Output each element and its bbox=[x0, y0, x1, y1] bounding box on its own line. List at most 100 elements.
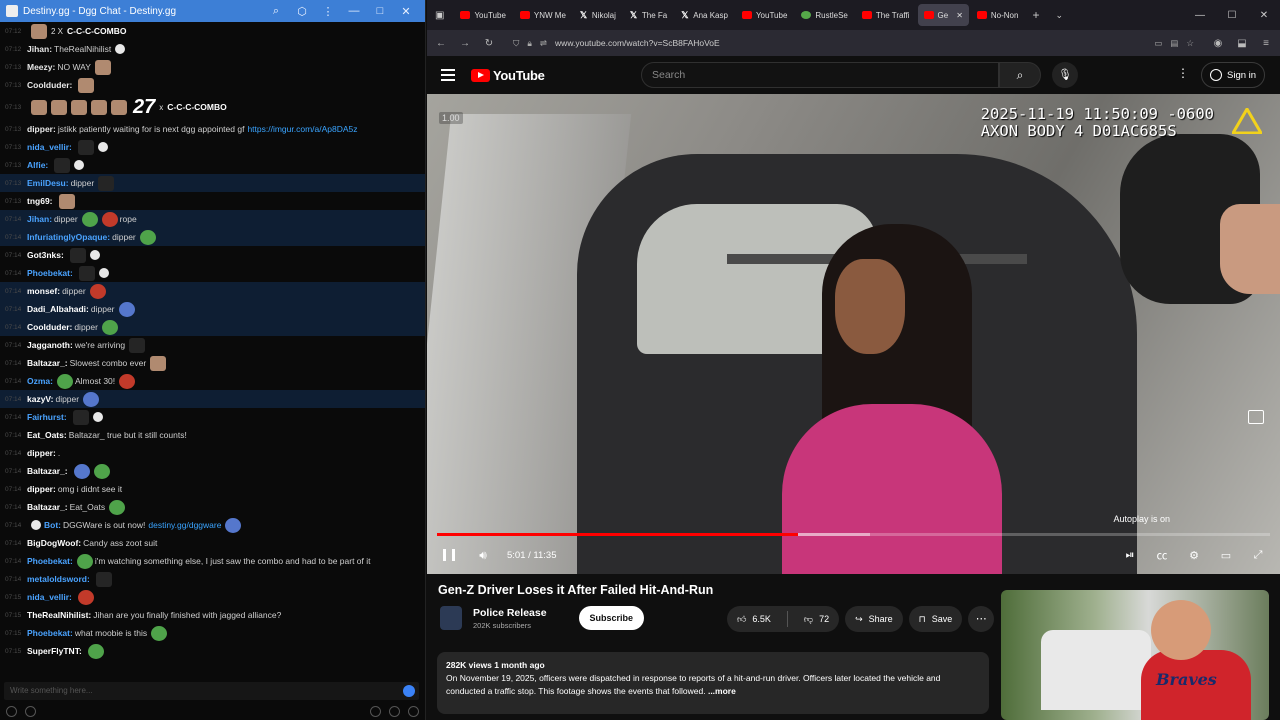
progress-bar[interactable] bbox=[437, 533, 1270, 536]
chat-username[interactable]: nida_vellir: bbox=[27, 142, 72, 152]
chat-message-list[interactable]: 07:12 2 X C-C-C-COMBO 07:12 Jihan: TheRealNih… bbox=[0, 22, 425, 684]
chat-username[interactable]: Alfie: bbox=[27, 160, 48, 170]
browser-tab[interactable]: YNW Me bbox=[514, 4, 572, 26]
minimize-button[interactable]: — bbox=[341, 5, 367, 17]
like-button[interactable]: 👍︎ 6.5K bbox=[727, 606, 781, 632]
chat-username[interactable]: Bot: bbox=[44, 520, 61, 530]
chevron-down-icon[interactable]: ⌄ bbox=[1055, 10, 1063, 21]
users-icon[interactable] bbox=[408, 705, 419, 717]
volume-button[interactable]: 🔊︎ bbox=[473, 545, 493, 565]
fullscreen-icon[interactable]: ⤢ bbox=[1248, 545, 1268, 565]
description-box[interactable]: 282K views 1 month ago On November 19, 2… bbox=[437, 652, 989, 714]
extension-icon[interactable]: ⬡ bbox=[289, 5, 315, 18]
reload-icon[interactable]: ↻ bbox=[483, 38, 495, 49]
channel-avatar[interactable] bbox=[440, 606, 462, 630]
chat-username[interactable]: Eat_Oats: bbox=[27, 430, 67, 440]
close-tab-icon[interactable]: ✕ bbox=[956, 11, 963, 20]
tab-list-icon[interactable]: ▣ bbox=[435, 10, 444, 21]
hamburger-menu-icon[interactable] bbox=[441, 69, 455, 81]
settings-gear-icon[interactable] bbox=[389, 705, 400, 717]
chat-input[interactable]: Write something here... bbox=[4, 682, 419, 700]
minimize-icon[interactable]: — bbox=[1184, 10, 1216, 21]
chat-username[interactable]: metaloldsword: bbox=[27, 574, 90, 584]
browser-tab[interactable]: No-Non bbox=[971, 4, 1025, 26]
chat-username[interactable]: Jagganoth: bbox=[27, 340, 73, 350]
chat-username[interactable]: Fairhurst: bbox=[27, 412, 67, 422]
chat-username[interactable]: SuperFlyTNT: bbox=[27, 646, 82, 656]
lock-icon[interactable]: 🔒︎ bbox=[527, 38, 532, 49]
video-player[interactable]: 2025-11-19 11:50:09 -0600 AXON BODY 4 D0… bbox=[427, 94, 1280, 574]
dislike-button[interactable]: 👎︎ 72 bbox=[794, 606, 839, 632]
chat-username[interactable]: Dadi_Albahadi: bbox=[27, 304, 89, 314]
menu-icon[interactable]: ⋮ bbox=[315, 5, 341, 18]
chat-username[interactable]: dipper: bbox=[27, 448, 56, 458]
subscribe-button[interactable]: Subscribe bbox=[578, 606, 645, 630]
save-button[interactable]: ⊓ Save bbox=[908, 606, 963, 632]
browser-tab[interactable]: 𝕏 Ana Kasp bbox=[675, 4, 734, 26]
chat-username[interactable]: Ozma: bbox=[27, 376, 53, 386]
chat-username[interactable]: nida_vellir: bbox=[27, 592, 72, 602]
sign-in-button[interactable]: Sign in bbox=[1201, 62, 1266, 88]
chat-username[interactable]: Jihan: bbox=[27, 44, 52, 54]
bookmark-star-icon[interactable]: ☆ bbox=[1186, 38, 1194, 49]
reader-view-icon[interactable]: ▤ bbox=[1170, 38, 1178, 49]
browser-tab[interactable]: Ge ✕ bbox=[917, 4, 969, 26]
maximize-icon[interactable]: ☐ bbox=[1216, 10, 1248, 21]
forward-arrow-icon[interactable]: → bbox=[459, 38, 471, 49]
recommended-video-thumbnail[interactable]: Braves bbox=[1001, 590, 1269, 720]
search-button[interactable]: ⌕ bbox=[999, 62, 1041, 88]
emote-menu-icon[interactable] bbox=[6, 705, 17, 717]
captions-icon[interactable]: ㏄ bbox=[1152, 545, 1172, 565]
channel-name[interactable]: Police Release bbox=[473, 607, 547, 619]
url-bar[interactable]: ⛉ 🔒︎ ⇌ www.youtube.com/watch?v=ScB8FAHoV… bbox=[507, 33, 1200, 53]
chat-username[interactable]: monsef: bbox=[27, 286, 60, 296]
chat-username[interactable]: Phoebekat: bbox=[27, 556, 73, 566]
chat-username[interactable]: Phoebekat: bbox=[27, 268, 73, 278]
close-button[interactable]: ✕ bbox=[393, 5, 419, 18]
chat-username[interactable]: EmilDesu: bbox=[27, 178, 69, 188]
chat-username[interactable]: Coolduder: bbox=[27, 322, 72, 332]
youtube-logo[interactable]: YouTube bbox=[471, 68, 545, 83]
show-more-link[interactable]: ...more bbox=[708, 686, 736, 696]
chat-username[interactable]: Baltazar_: bbox=[27, 502, 68, 512]
whisper-icon[interactable] bbox=[25, 705, 36, 717]
chat-username[interactable]: TheRealNihilist: bbox=[27, 610, 91, 620]
browser-tab[interactable]: RustleSe bbox=[795, 4, 853, 26]
settings-gear-icon[interactable]: ⚙︎ bbox=[1184, 545, 1204, 565]
chat-username[interactable]: InfuriatinglyOpaque: bbox=[27, 232, 110, 242]
chat-username[interactable]: Baltazar_: bbox=[27, 358, 68, 368]
chat-username[interactable]: Jihan: bbox=[27, 214, 52, 224]
send-icon[interactable] bbox=[403, 685, 415, 697]
chat-username[interactable]: Got3nks: bbox=[27, 250, 64, 260]
shield-icon[interactable]: ⛉ bbox=[513, 38, 519, 49]
autoplay-toggle[interactable]: ⏯︎ bbox=[1120, 545, 1140, 565]
more-options-icon[interactable]: ⋮ bbox=[1177, 66, 1189, 80]
new-tab-icon[interactable]: + bbox=[1032, 8, 1039, 22]
browser-tab[interactable]: YouTube bbox=[454, 4, 511, 26]
chat-username[interactable]: Coolduder: bbox=[27, 80, 72, 90]
share-button[interactable]: ↪ Share bbox=[845, 606, 903, 632]
chat-username[interactable]: tng69: bbox=[27, 196, 53, 206]
browser-tab[interactable]: The Traffi bbox=[856, 4, 916, 26]
chat-username[interactable]: Baltazar_: bbox=[27, 466, 68, 476]
chat-username[interactable]: dipper: bbox=[27, 484, 56, 494]
chat-username[interactable]: dipper: bbox=[27, 124, 56, 134]
browser-tab[interactable]: 𝕏 The Fa bbox=[624, 4, 673, 26]
miniplayer-icon[interactable] bbox=[1248, 410, 1264, 424]
search-input[interactable]: Search bbox=[641, 62, 999, 88]
message-link[interactable]: destiny.gg/dggware bbox=[148, 520, 221, 530]
maximize-button[interactable]: □ bbox=[367, 5, 393, 17]
picture-in-picture-icon[interactable]: ▭ bbox=[1154, 38, 1162, 49]
chat-username[interactable]: kazyV: bbox=[27, 394, 53, 404]
browser-tab[interactable]: 𝕏 Nikolaj bbox=[574, 4, 622, 26]
account-icon[interactable]: ◉ bbox=[1212, 38, 1224, 49]
permissions-icon[interactable]: ⇌ bbox=[540, 38, 547, 49]
url-text[interactable]: www.youtube.com/watch?v=ScB8FAHoVoE bbox=[555, 38, 1146, 48]
chat-username[interactable]: Phoebekat: bbox=[27, 628, 73, 638]
app-menu-icon[interactable]: ≡ bbox=[1260, 38, 1272, 49]
close-icon[interactable]: ✕ bbox=[1248, 10, 1280, 21]
pause-button[interactable] bbox=[439, 545, 459, 565]
chat-username[interactable]: Meezy: bbox=[27, 62, 55, 72]
browser-tab[interactable]: YouTube bbox=[736, 4, 793, 26]
theater-mode-icon[interactable]: ▭ bbox=[1216, 545, 1236, 565]
